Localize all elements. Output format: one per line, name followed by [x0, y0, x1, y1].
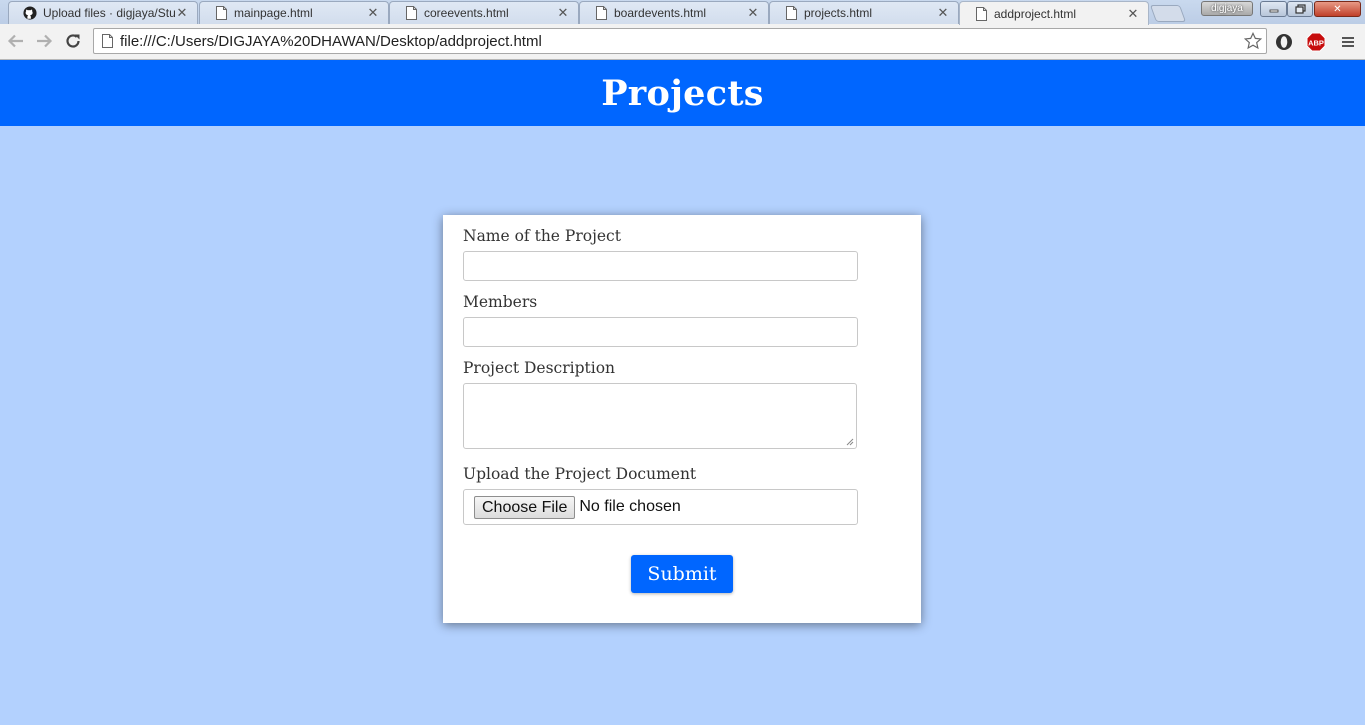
reload-icon: [66, 34, 80, 48]
page-header: Projects: [0, 60, 1365, 126]
hamburger-menu-icon: [1342, 37, 1354, 47]
tab-coreevents[interactable]: coreevents.html ✕: [389, 1, 579, 24]
tab-title: projects.html: [804, 6, 873, 20]
tab-title: coreevents.html: [424, 6, 509, 20]
browser-toolbar: file:///C:/Users/DIGJAYA%20DHAWAN/Deskto…: [0, 24, 1365, 60]
adblock-icon[interactable]: ABP: [1305, 31, 1327, 53]
close-icon[interactable]: ✕: [936, 5, 950, 21]
close-icon: ✕: [1333, 3, 1342, 15]
members-label: Members: [463, 293, 538, 311]
url-text[interactable]: file:///C:/Users/DIGJAYA%20DHAWAN/Deskto…: [120, 33, 1240, 50]
tab-boardevents[interactable]: boardevents.html ✕: [579, 1, 769, 24]
forward-button[interactable]: [33, 30, 55, 52]
tab-upload-files[interactable]: Upload files · digjaya/Stu ✕: [8, 1, 198, 24]
choose-file-button[interactable]: Choose File: [474, 495, 576, 519]
close-icon[interactable]: ✕: [556, 5, 570, 21]
tab-title: addproject.html: [994, 6, 1077, 21]
new-tab-button[interactable]: [1149, 5, 1187, 22]
tab-title: Upload files · digjaya/Stu: [43, 6, 175, 20]
page-icon: [214, 6, 228, 20]
back-arrow-icon: [7, 34, 23, 48]
tab-title: boardevents.html: [614, 6, 707, 20]
tab-addproject[interactable]: addproject.html ✕: [959, 1, 1149, 25]
close-icon[interactable]: ✕: [1126, 6, 1140, 22]
address-bar[interactable]: file:///C:/Users/DIGJAYA%20DHAWAN/Deskto…: [93, 28, 1267, 54]
menu-button[interactable]: [1337, 31, 1359, 53]
tab-title: mainpage.html: [234, 6, 313, 20]
file-status-text: No file chosen: [579, 498, 681, 515]
project-name-input[interactable]: [463, 251, 858, 281]
tab-strip: Upload files · digjaya/Stu ✕ mainpage.ht…: [0, 0, 1365, 25]
window-close-button[interactable]: ✕: [1314, 1, 1361, 17]
page-title: Projects: [601, 72, 764, 114]
reload-button[interactable]: [62, 30, 84, 52]
tab-mainpage[interactable]: mainpage.html ✕: [199, 1, 389, 24]
project-description-textarea[interactable]: [463, 383, 857, 449]
tab-projects[interactable]: projects.html ✕: [769, 1, 959, 24]
add-project-form: Name of the Project Members Project Desc…: [443, 215, 921, 623]
github-icon: [23, 6, 37, 20]
submit-button[interactable]: Submit: [631, 555, 733, 593]
upload-document-label: Upload the Project Document: [463, 465, 697, 483]
profile-button[interactable]: digjaya: [1201, 1, 1253, 16]
page-icon: [94, 29, 120, 53]
bookmark-star-icon[interactable]: [1240, 29, 1266, 53]
adblock-label: ABP: [1308, 39, 1324, 48]
opera-extension-icon[interactable]: [1273, 31, 1295, 53]
page-icon: [594, 6, 608, 20]
back-button[interactable]: [5, 30, 27, 52]
close-icon[interactable]: ✕: [366, 5, 380, 21]
page-icon: [784, 6, 798, 20]
project-description-label: Project Description: [463, 359, 616, 377]
restore-icon: [1294, 4, 1306, 14]
page-icon: [974, 6, 988, 21]
minimize-button[interactable]: [1260, 1, 1287, 17]
close-icon[interactable]: ✕: [746, 5, 760, 21]
members-input[interactable]: [463, 317, 858, 347]
file-upload-field[interactable]: Choose File No file chosen: [463, 489, 858, 525]
close-icon[interactable]: ✕: [175, 5, 189, 21]
minimize-icon: [1269, 9, 1278, 13]
page-icon: [404, 6, 418, 20]
project-name-label: Name of the Project: [463, 227, 621, 245]
forward-arrow-icon: [37, 34, 53, 48]
resize-grip-icon[interactable]: [846, 438, 854, 446]
restore-button[interactable]: [1287, 1, 1313, 17]
